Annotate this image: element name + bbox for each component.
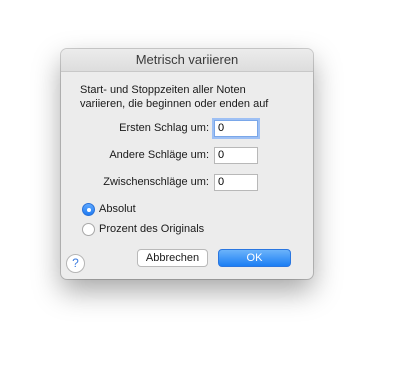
description-line-2: variieren, die beginnen oder enden auf [80,98,269,110]
cancel-button[interactable]: Abbrechen [137,249,208,267]
ok-button[interactable]: OK [218,249,291,267]
percent-of-original-radio[interactable] [82,223,95,236]
absolute-radio[interactable] [82,203,95,216]
offbeats-label: Zwischenschläge um: [103,176,209,188]
description-line-1: Start- und Stoppzeiten aller Noten [80,84,246,96]
dialog-title: Metrisch variieren [61,49,313,72]
offbeats-field[interactable]: 0 [214,174,258,191]
absolute-radio-label: Absolut [99,203,136,215]
first-beat-field[interactable]: 0 [214,120,258,137]
percent-of-original-radio-label: Prozent des Originals [99,223,205,235]
other-beats-field[interactable]: 0 [214,147,258,164]
help-icon[interactable]: ? [66,254,85,273]
dialog-description: Start- und Stoppzeiten aller Noten varii… [80,83,308,111]
other-beats-label: Andere Schläge um: [109,149,209,161]
first-beat-label: Ersten Schlag um: [119,122,209,134]
metric-variation-dialog: Metrisch variieren Start- und Stoppzeite… [61,49,313,279]
